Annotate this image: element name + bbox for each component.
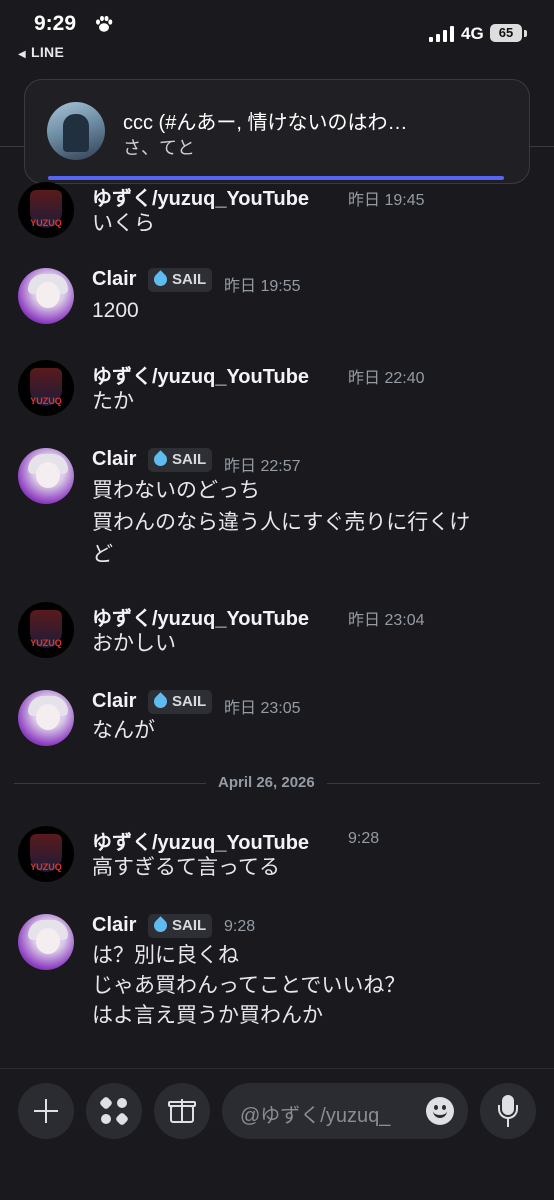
message-timestamp: 昨日 19:55 (224, 278, 301, 295)
divider-line-right (530, 146, 554, 147)
message[interactable]: YUZUQ ゆずく/yuzuq_YouTube 昨日 23:04 おかしい (0, 596, 554, 666)
role-tag: SAIL (148, 448, 213, 472)
back-app-label: LINE (31, 44, 65, 60)
avatar-logo-text: YUZUQ (30, 218, 62, 228)
message-composer: @ゆずく/yuzuq_ (0, 1068, 554, 1200)
message-timestamp: 昨日 23:04 (348, 612, 425, 629)
role-tag: SAIL (148, 690, 213, 714)
water-drop-icon (151, 692, 170, 711)
message-timestamp: 昨日 22:57 (224, 458, 301, 475)
water-drop-icon (151, 916, 170, 935)
avatar[interactable] (18, 268, 74, 324)
status-bar: 9:29 ◀ LINE 4G 65 (0, 0, 554, 70)
date-divider-label: April 26, 2026 (206, 774, 327, 791)
message-text: いくら (92, 212, 155, 235)
avatar[interactable]: YUZUQ (18, 360, 74, 416)
avatar[interactable]: YUZUQ (18, 826, 74, 882)
message-author[interactable]: Clair (92, 448, 136, 471)
notification-banner[interactable]: ccc (#んあー, 情けないのはわ… さ、てと (24, 79, 530, 184)
message-text: たか (92, 390, 134, 413)
message-timestamp: 9:28 (348, 830, 380, 847)
message[interactable]: Clair SAIL 昨日 23:05 なんが (0, 684, 554, 754)
water-drop-icon (151, 270, 170, 289)
avatar[interactable]: YUZUQ (18, 182, 74, 238)
message-text-line: ど (92, 543, 113, 566)
role-tag: SAIL (148, 914, 213, 938)
message-timestamp: 昨日 23:05 (224, 700, 301, 717)
back-to-app-link[interactable]: ◀ LINE (18, 44, 64, 60)
gift-button[interactable] (154, 1083, 210, 1139)
avatar[interactable] (18, 690, 74, 746)
message[interactable]: YUZUQ ゆずく/yuzuq_YouTube 9:28 高すぎるて言ってる (0, 820, 554, 890)
message-text-line: はよ言え買うか買わんか (92, 1004, 323, 1027)
message[interactable]: YUZUQ ゆずく/yuzuq_YouTube 昨日 19:45 いくら (0, 176, 554, 246)
avatar[interactable] (18, 448, 74, 504)
message-text-line: 買わないのどっち (92, 479, 260, 502)
role-tag: SAIL (148, 268, 213, 292)
message-text-line: 買わんのなら違う人にすぐ売りに行くけ (92, 511, 471, 534)
battery-tip (524, 30, 527, 37)
message-author[interactable]: Clair (92, 914, 136, 937)
message-text-line: は？別に良くね (92, 944, 239, 967)
message-author[interactable]: ゆずく/yuzuq_YouTube (92, 602, 309, 631)
message-input[interactable]: @ゆずく/yuzuq_ (222, 1083, 468, 1139)
avatar-logo-text: YUZUQ (30, 862, 62, 872)
message-timestamp: 昨日 22:40 (348, 370, 425, 387)
message-text: 1200 (92, 299, 139, 322)
message-input-placeholder: @ゆずく/yuzuq_ (240, 1105, 391, 1127)
message-author[interactable]: ゆずく/yuzuq_YouTube (92, 360, 309, 389)
message[interactable]: Clair SAIL 昨日 19:55 1200 (0, 262, 554, 332)
message-text: なんが (92, 719, 155, 742)
notification-title: ccc (#んあー, 情けないのはわ… (123, 112, 408, 134)
apps-icon (98, 1095, 114, 1111)
divider-line-left (0, 146, 24, 147)
message-timestamp: 昨日 19:45 (348, 192, 425, 209)
message-author[interactable]: ゆずく/yuzuq_YouTube (92, 182, 309, 211)
message-text: おかしい (92, 632, 176, 655)
back-arrow-icon: ◀ (18, 49, 26, 60)
message-author[interactable]: Clair (92, 268, 136, 291)
avatar[interactable]: YUZUQ (18, 602, 74, 658)
message[interactable]: Clair SAIL 9:28 は？別に良くね じゃあ買わんってことでいいね？ … (0, 908, 554, 1038)
avatar[interactable] (18, 914, 74, 970)
emoji-button[interactable] (426, 1097, 454, 1125)
message[interactable]: Clair SAIL 昨日 22:57 買わないのどっち 買わんのなら違う人にす… (0, 442, 554, 582)
water-drop-icon (151, 450, 170, 469)
message-author[interactable]: ゆずく/yuzuq_YouTube (92, 826, 309, 855)
paw-icon (96, 15, 113, 32)
message-text-line: じゃあ買わんってことでいいね？ (92, 974, 406, 997)
avatar-logo-text: YUZUQ (30, 396, 62, 406)
battery-icon: 65 (490, 24, 522, 42)
message-author[interactable]: Clair (92, 690, 136, 713)
voice-message-button[interactable] (480, 1083, 536, 1139)
add-attachment-button[interactable] (18, 1083, 74, 1139)
message[interactable]: YUZUQ ゆずく/yuzuq_YouTube 昨日 22:40 たか (0, 354, 554, 424)
network-type: 4G (461, 24, 484, 43)
avatar-logo-text: YUZUQ (30, 638, 62, 648)
notification-body: さ、てと (123, 138, 195, 158)
apps-button[interactable] (86, 1083, 142, 1139)
message-timestamp: 9:28 (224, 918, 256, 935)
signal-icon (429, 26, 455, 42)
notification-avatar (47, 102, 105, 160)
status-time: 9:29 (34, 12, 77, 35)
message-text: 高すぎるて言ってる (92, 856, 280, 879)
